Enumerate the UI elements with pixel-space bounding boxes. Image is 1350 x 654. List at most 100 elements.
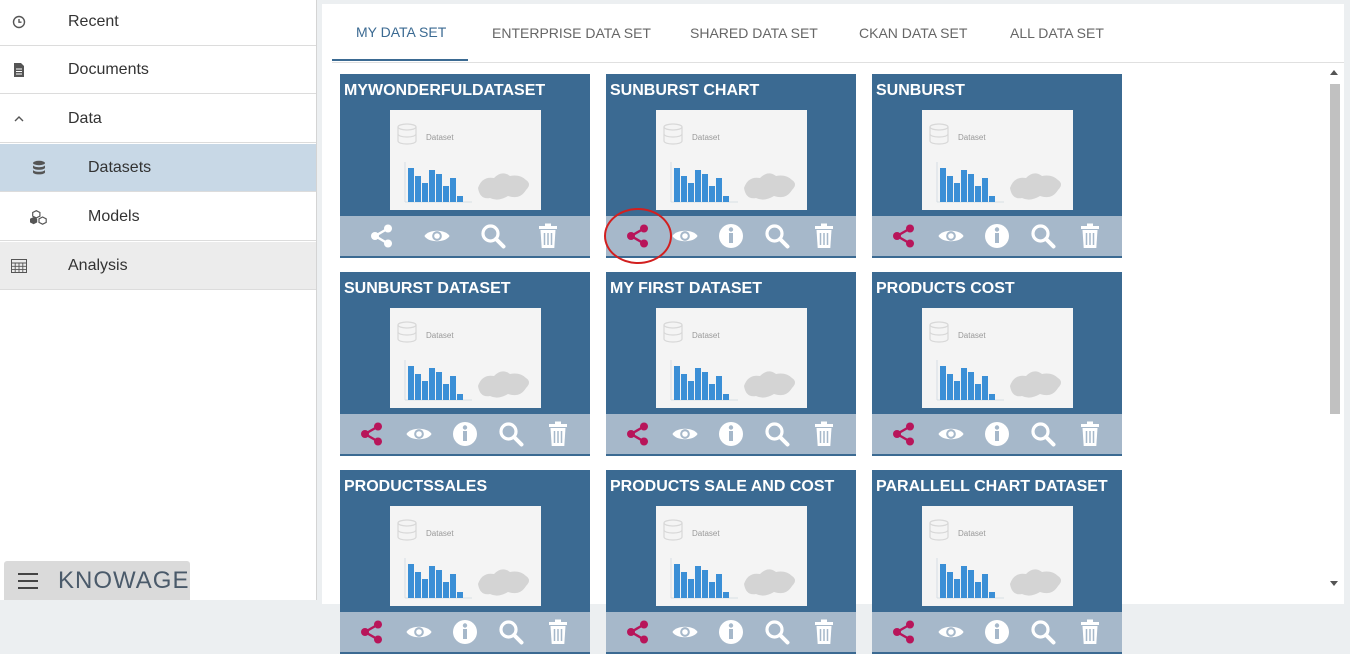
trash-icon[interactable] — [1076, 420, 1104, 448]
eye-icon[interactable] — [937, 222, 965, 250]
dataset-card[interactable]: SUNBURST Dataset — [872, 74, 1122, 258]
dataset-thumbnail: Dataset — [922, 308, 1073, 408]
scrollbar[interactable] — [1328, 68, 1344, 592]
dataset-title: MYWONDERFULDATASET — [344, 82, 546, 99]
eye-icon[interactable] — [405, 420, 433, 448]
search-icon[interactable] — [1029, 222, 1057, 250]
info-icon[interactable] — [717, 618, 745, 646]
dataset-title: SUNBURST — [876, 82, 965, 99]
brand-bar: KNOWAGE — [4, 561, 190, 600]
dataset-actions-bar — [340, 414, 590, 454]
dataset-card[interactable]: MYWONDERFULDATASET Dataset — [340, 74, 590, 258]
info-icon[interactable] — [717, 420, 745, 448]
scroll-up-arrow[interactable] — [1330, 70, 1338, 75]
info-icon[interactable] — [451, 420, 479, 448]
eye-icon[interactable] — [671, 420, 699, 448]
dataset-title: MY FIRST DATASET — [610, 280, 762, 297]
dataset-thumbnail: Dataset — [390, 110, 541, 210]
calculator-icon — [10, 257, 28, 275]
tab-ckan-data-set[interactable]: CKAN DATA SET — [835, 4, 986, 61]
dataset-actions-bar — [606, 612, 856, 652]
dataset-thumbnail: Dataset — [656, 506, 807, 606]
eye-icon[interactable] — [405, 618, 433, 646]
dataset-title: PRODUCTSSALES — [344, 478, 488, 495]
dataset-card[interactable]: PARALLELL CHART DATASET Dataset — [872, 470, 1122, 654]
dataset-card[interactable]: MY FIRST DATASET Dataset — [606, 272, 856, 456]
svg-text:Dataset: Dataset — [692, 331, 720, 340]
dataset-title: PRODUCTS SALE AND COST — [610, 478, 835, 495]
search-icon[interactable] — [763, 618, 791, 646]
eye-icon[interactable] — [937, 420, 965, 448]
dataset-card[interactable]: PRODUCTSSALES Dataset — [340, 470, 590, 654]
dataset-actions-bar — [606, 216, 856, 256]
info-icon[interactable] — [983, 222, 1011, 250]
eye-icon[interactable] — [671, 222, 699, 250]
trash-icon[interactable] — [1076, 618, 1104, 646]
info-icon[interactable] — [983, 618, 1011, 646]
dataset-actions-bar — [340, 216, 590, 256]
search-icon[interactable] — [497, 420, 525, 448]
document-icon — [10, 61, 28, 79]
dataset-card[interactable]: PRODUCTS SALE AND COST Dataset — [606, 470, 856, 654]
search-icon[interactable] — [763, 222, 791, 250]
sidebar-item-analysis[interactable]: Analysis — [0, 242, 316, 290]
search-icon[interactable] — [497, 618, 525, 646]
info-icon[interactable] — [451, 618, 479, 646]
scroll-down-arrow[interactable] — [1330, 581, 1338, 586]
sidebar-item-label: Analysis — [68, 256, 128, 274]
search-icon[interactable] — [479, 222, 507, 250]
chevron-up-icon — [10, 110, 28, 128]
share-icon[interactable] — [890, 222, 918, 250]
share-icon[interactable] — [368, 222, 396, 250]
trash-icon[interactable] — [810, 420, 838, 448]
menu-icon[interactable] — [18, 572, 38, 589]
eye-icon[interactable] — [423, 222, 451, 250]
dataset-title: SUNBURST CHART — [610, 82, 760, 99]
dataset-card[interactable]: SUNBURST CHART Dataset — [606, 74, 856, 258]
sidebar-item-data[interactable]: Data — [0, 95, 316, 143]
dataset-thumbnail: Dataset — [390, 506, 541, 606]
info-icon[interactable] — [983, 420, 1011, 448]
search-icon[interactable] — [763, 420, 791, 448]
share-icon[interactable] — [890, 618, 918, 646]
tab-shared-data-set[interactable]: SHARED DATA SET — [666, 4, 835, 61]
trash-icon[interactable] — [534, 222, 562, 250]
share-icon[interactable] — [624, 618, 652, 646]
database-icon — [30, 159, 48, 177]
svg-text:Dataset: Dataset — [426, 331, 454, 340]
svg-text:Dataset: Dataset — [958, 529, 986, 538]
search-icon[interactable] — [1029, 618, 1057, 646]
dataset-thumbnail: Dataset — [656, 308, 807, 408]
trash-icon[interactable] — [810, 618, 838, 646]
eye-icon[interactable] — [937, 618, 965, 646]
share-icon[interactable] — [358, 618, 386, 646]
dataset-card[interactable]: PRODUCTS COST Dataset — [872, 272, 1122, 456]
search-icon[interactable] — [1029, 420, 1057, 448]
sidebar: Recent Documents Data Datasets Models An… — [0, 0, 317, 600]
trash-icon[interactable] — [544, 618, 572, 646]
scroll-thumb[interactable] — [1330, 84, 1340, 414]
share-icon[interactable] — [624, 420, 652, 448]
trash-icon[interactable] — [810, 222, 838, 250]
tab-my-data-set[interactable]: MY DATA SET — [332, 4, 468, 61]
svg-text:Dataset: Dataset — [426, 133, 454, 142]
info-icon[interactable] — [717, 222, 745, 250]
dataset-card[interactable]: SUNBURST DATASET Dataset — [340, 272, 590, 456]
sidebar-item-documents[interactable]: Documents — [0, 46, 316, 94]
dataset-thumbnail: Dataset — [922, 506, 1073, 606]
sidebar-item-recent[interactable]: Recent — [0, 0, 316, 46]
sidebar-item-datasets[interactable]: Datasets — [0, 144, 316, 192]
trash-icon[interactable] — [1076, 222, 1104, 250]
sidebar-item-models[interactable]: Models — [0, 193, 316, 241]
trash-icon[interactable] — [544, 420, 572, 448]
share-icon[interactable] — [358, 420, 386, 448]
share-icon[interactable] — [624, 222, 652, 250]
svg-text:Dataset: Dataset — [958, 331, 986, 340]
tab-enterprise-data-set[interactable]: ENTERPRISE DATA SET — [468, 4, 666, 61]
tab-all-data-set[interactable]: ALL DATA SET — [986, 4, 1123, 61]
eye-icon[interactable] — [671, 618, 699, 646]
sidebar-item-label: Models — [88, 207, 140, 225]
dataset-thumbnail: Dataset — [656, 110, 807, 210]
share-icon[interactable] — [890, 420, 918, 448]
dataset-actions-bar — [872, 216, 1122, 256]
